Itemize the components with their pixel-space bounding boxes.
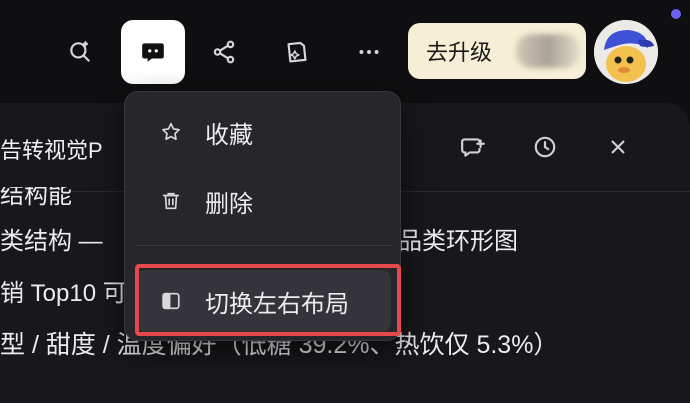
more-button[interactable] bbox=[337, 20, 401, 84]
search-spark-button[interactable] bbox=[48, 20, 112, 84]
split-layout-icon bbox=[159, 289, 183, 313]
top-toolbar: 去升级 bbox=[0, 0, 690, 100]
star-icon bbox=[159, 120, 183, 144]
avatar-character-icon bbox=[594, 20, 658, 84]
notification-dot bbox=[671, 9, 681, 19]
panel-title: 告转视觉P bbox=[0, 138, 103, 163]
doc-line: 品类环形图 bbox=[398, 228, 518, 255]
close-icon bbox=[611, 140, 625, 154]
doc-line: 类结构 — bbox=[0, 228, 103, 255]
menu-item-label: 删除 bbox=[205, 190, 253, 218]
history-button[interactable] bbox=[529, 131, 561, 163]
menu-item-favorite[interactable]: 收藏 bbox=[135, 101, 391, 163]
chat-bubble-icon bbox=[142, 43, 164, 62]
clock-icon bbox=[534, 136, 556, 158]
add-comment-button[interactable] bbox=[457, 131, 489, 163]
share-icon bbox=[213, 40, 235, 64]
doc-line: 结构能 bbox=[0, 182, 72, 209]
close-panel-button[interactable] bbox=[602, 131, 634, 163]
doc-line: 销 Top10 可 bbox=[0, 280, 127, 307]
upgrade-label: 去升级 bbox=[426, 40, 493, 65]
card-spark-icon bbox=[287, 41, 307, 63]
chat-button[interactable] bbox=[121, 20, 185, 84]
more-options-menu: 收藏 删除 切换左右布局 bbox=[124, 91, 401, 341]
trash-icon bbox=[159, 189, 183, 213]
more-dots-icon bbox=[359, 50, 379, 54]
comment-plus-icon bbox=[461, 138, 485, 157]
menu-item-label: 收藏 bbox=[205, 121, 253, 149]
avatar[interactable] bbox=[594, 20, 658, 84]
share-button[interactable] bbox=[192, 20, 256, 84]
menu-item-toggle-layout[interactable]: 切换左右布局 bbox=[135, 270, 391, 332]
upgrade-button[interactable]: 去升级 bbox=[408, 23, 586, 79]
search-spark-icon bbox=[70, 41, 90, 62]
blurred-promo-badge bbox=[516, 34, 580, 68]
menu-item-label: 切换左右布局 bbox=[205, 290, 349, 318]
menu-item-delete[interactable]: 删除 bbox=[135, 170, 391, 232]
menu-divider bbox=[135, 245, 391, 246]
edit-card-button[interactable] bbox=[265, 20, 329, 84]
